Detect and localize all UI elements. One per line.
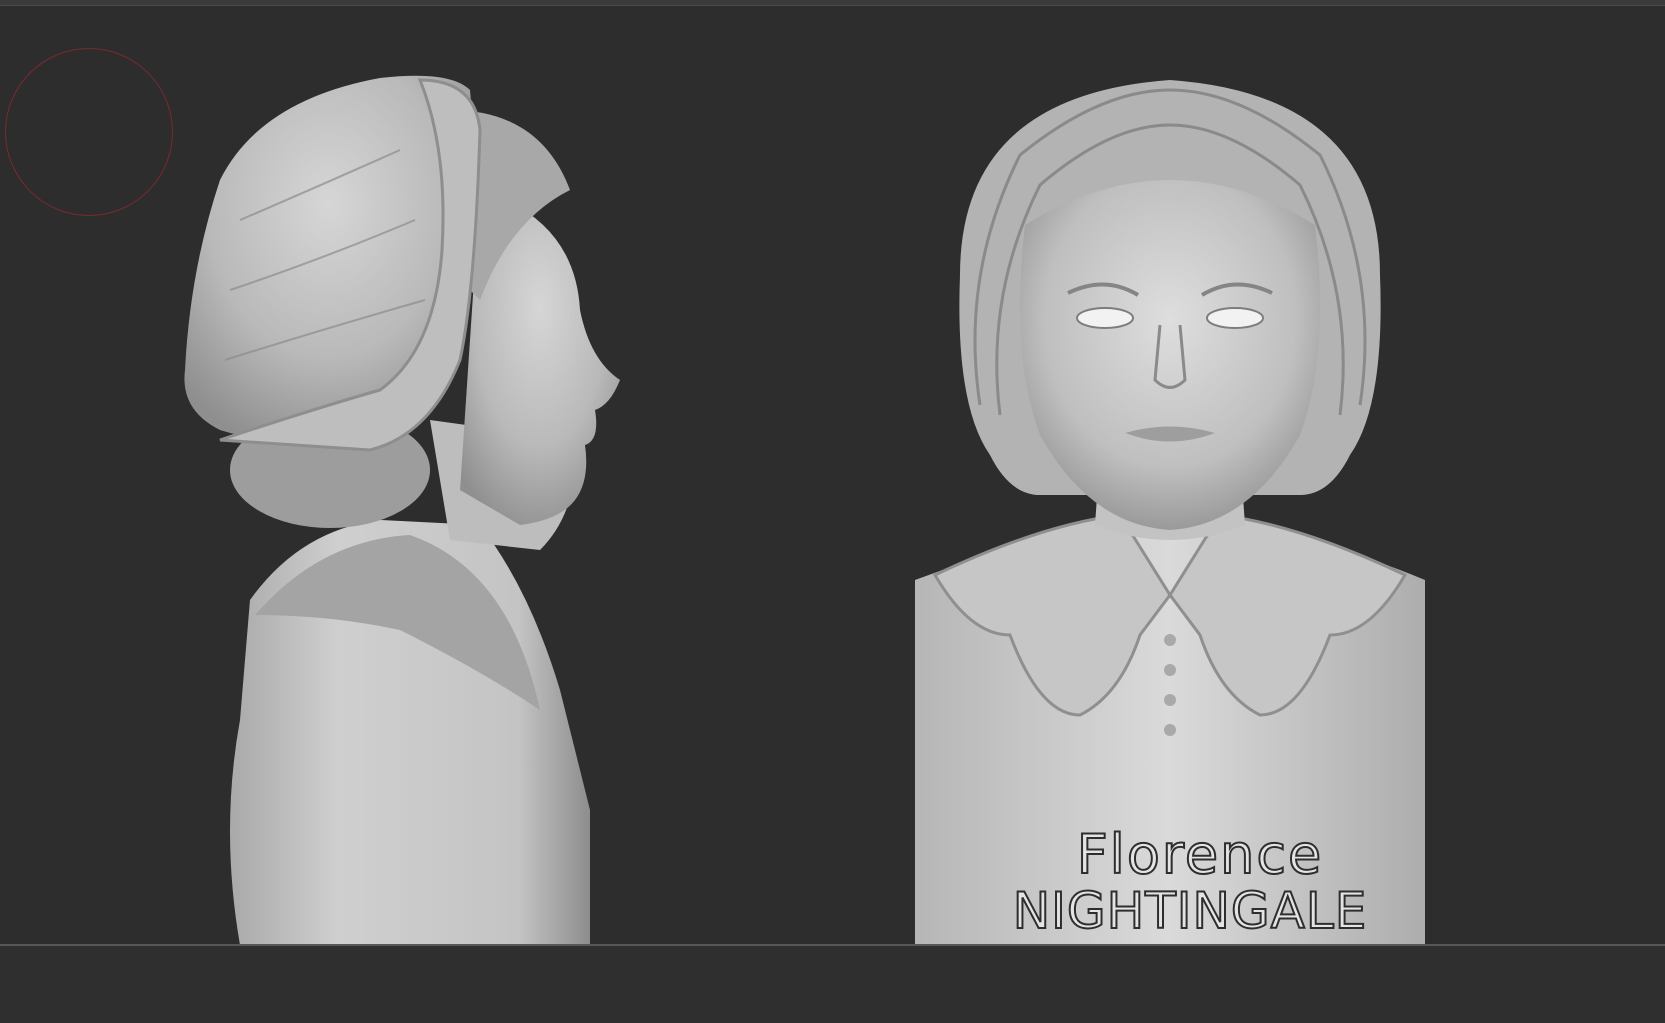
front-bust[interactable]	[900, 75, 1440, 945]
brush-cursor-icon	[5, 48, 173, 216]
top-border	[0, 0, 1665, 6]
side-profile-bust[interactable]	[180, 70, 690, 950]
bust-inscription: Florence NIGHTINGALE	[930, 823, 1450, 940]
inscription-first-name: Florence	[1076, 823, 1324, 886]
inscription-last-name: NIGHTINGALE	[1012, 882, 1368, 940]
floor-area	[0, 946, 1665, 1023]
zbrush-canvas[interactable]: Florence NIGHTINGALE	[0, 0, 1665, 1023]
